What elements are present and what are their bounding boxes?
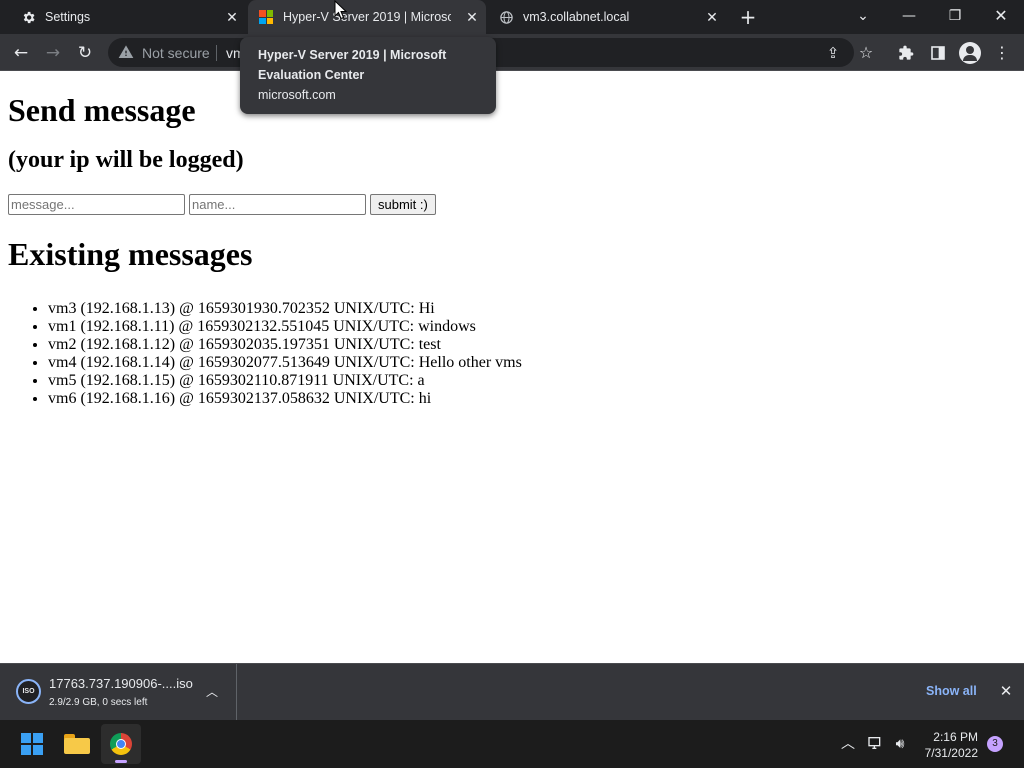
system-clock[interactable]: 2:16 PM 7/31/2022 (918, 729, 978, 761)
tab-title: Hyper-V Server 2019 | Microsoft Evaluati… (283, 10, 451, 24)
page-subtitle: (your ip will be logged) (8, 147, 244, 173)
back-button[interactable]: ← (9, 41, 33, 65)
name-input[interactable] (189, 194, 366, 215)
existing-messages-heading: Existing messages (8, 236, 253, 272)
clock-time: 2:16 PM (933, 730, 978, 744)
show-all-link[interactable]: Show all (926, 684, 977, 698)
gear-icon (20, 9, 36, 25)
message-list: vm3 (192.168.1.13) @ 1659301930.702352 U… (8, 300, 1016, 408)
close-icon[interactable]: ✕ (704, 9, 720, 25)
list-item: vm5 (192.168.1.15) @ 1659302110.871911 U… (48, 372, 1016, 390)
list-item: vm4 (192.168.1.14) @ 1659302077.513649 U… (48, 354, 1016, 372)
list-item: vm1 (192.168.1.11) @ 1659302132.551045 U… (48, 318, 1016, 336)
bookmark-star-icon[interactable]: ☆ (855, 42, 877, 64)
chrome-taskbar-button[interactable] (101, 724, 141, 764)
reload-button[interactable]: ↻ (73, 41, 97, 65)
new-tab-button[interactable]: + (738, 7, 758, 27)
chevron-up-icon[interactable]: ︿ (839, 735, 857, 753)
download-status: 2.9/2.9 GB, 0 secs left (49, 697, 148, 708)
file-explorer-button[interactable] (57, 724, 97, 764)
folder-icon (64, 734, 90, 754)
list-item: vm3 (192.168.1.13) @ 1659301930.702352 U… (48, 300, 1016, 318)
profile-avatar-icon[interactable] (959, 42, 981, 64)
share-icon[interactable]: ⇪ (824, 44, 842, 62)
volume-icon[interactable]: 🔊︎ (891, 735, 909, 753)
tab-title: vm3.collabnet.local (523, 10, 630, 24)
close-icon[interactable]: ✕ (224, 9, 240, 25)
close-window-button[interactable]: ✕ (987, 5, 1015, 27)
mouse-pointer-icon (334, 0, 348, 20)
iso-file-icon: ISO (16, 679, 41, 704)
browser-toolbar: ← → ↻ Not secure vm ⇪ ☆ ⋮ (0, 34, 1024, 71)
message-input[interactable] (8, 194, 185, 215)
message-form: submit :) (8, 194, 1016, 215)
download-item[interactable]: ISO 17763.737.190906-....iso 2.9/2.9 GB,… (0, 664, 237, 720)
start-button[interactable] (12, 724, 52, 764)
divider (216, 45, 217, 61)
tab-strip: Settings ✕ Hyper-V Server 2019 | Microso… (0, 0, 1024, 34)
submit-button[interactable]: submit :) (370, 194, 436, 215)
close-icon[interactable]: ✕ (997, 682, 1015, 700)
warning-icon[interactable] (118, 44, 134, 60)
network-icon[interactable] (866, 735, 884, 753)
forward-button[interactable]: → (41, 41, 65, 65)
list-item: vm6 (192.168.1.16) @ 1659302137.058632 U… (48, 390, 1016, 408)
tab-settings[interactable]: Settings ✕ (0, 0, 246, 34)
restore-button[interactable]: ❐ (941, 5, 969, 27)
tab-search-chevron-icon[interactable]: ⌄ (849, 5, 877, 27)
menu-kebab-icon[interactable]: ⋮ (991, 42, 1013, 64)
active-app-indicator (115, 760, 127, 763)
tab-title: Settings (45, 10, 91, 24)
download-bar: ISO 17763.737.190906-....iso 2.9/2.9 GB,… (0, 663, 1024, 720)
clock-date: 7/31/2022 (924, 746, 978, 760)
tab-vm3[interactable]: vm3.collabnet.local ✕ (488, 0, 726, 34)
security-status[interactable]: Not secure (142, 45, 210, 61)
taskbar: ︿ 🔊︎ 2:16 PM 7/31/2022 3 (0, 720, 1024, 768)
download-filename: 17763.737.190906-....iso (49, 676, 193, 691)
web-page-content: Send message (your ip will be logged) su… (8, 71, 1016, 663)
chevron-up-icon[interactable]: ︿ (204, 684, 220, 700)
chrome-icon (110, 733, 132, 755)
extensions-icon[interactable] (895, 42, 917, 64)
windows-logo-icon (21, 733, 43, 755)
globe-icon (498, 9, 514, 25)
side-panel-icon[interactable] (927, 42, 949, 64)
notification-badge[interactable]: 3 (987, 736, 1003, 752)
close-icon[interactable]: ✕ (464, 9, 480, 25)
tab-hyperv[interactable]: Hyper-V Server 2019 | Microsoft Evaluati… (248, 0, 486, 34)
page-title: Send message (8, 92, 196, 128)
minimize-button[interactable]: — (895, 5, 923, 27)
list-item: vm2 (192.168.1.12) @ 1659302035.197351 U… (48, 336, 1016, 354)
microsoft-logo-icon (258, 9, 274, 25)
